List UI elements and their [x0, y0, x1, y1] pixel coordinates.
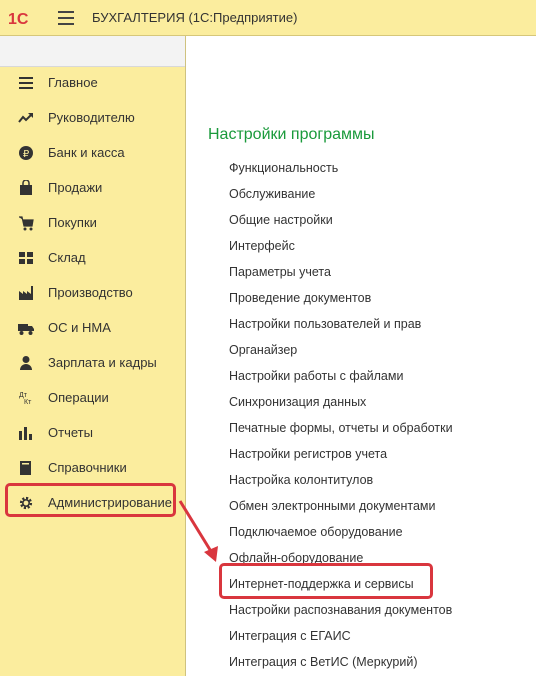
sidebar-item-salary[interactable]: Зарплата и кадры: [0, 345, 185, 380]
warehouse-grid-icon: [19, 252, 33, 264]
link-general-settings[interactable]: Общие настройки: [229, 213, 333, 227]
sidebar-item-directories[interactable]: Справочники: [0, 450, 185, 485]
link-edo[interactable]: Обмен электронными документами: [229, 499, 435, 513]
sidebar-item-production[interactable]: Производство: [0, 275, 185, 310]
truck-icon: [18, 324, 34, 335]
sidebar-item-label: Руководителю: [48, 110, 135, 125]
logo-1c-icon[interactable]: 1С: [8, 9, 42, 27]
title-bar: 1С БУХГАЛТЕРИЯ (1С:Предприятие): [0, 0, 536, 36]
sidebar-item-label: ОС и НМА: [48, 320, 111, 335]
sidebar-item-reports[interactable]: Отчеты: [0, 415, 185, 450]
sidebar-item-label: Зарплата и кадры: [48, 355, 157, 370]
sidebar-item-label: Операции: [48, 390, 109, 405]
sidebar-item-label: Продажи: [48, 180, 103, 195]
link-accounting-parameters[interactable]: Параметры учета: [229, 265, 331, 279]
link-print-forms[interactable]: Печатные формы, отчеты и обработки: [229, 421, 453, 435]
app-title: БУХГАЛТЕРИЯ (1С:Предприятие): [92, 10, 298, 25]
link-users-rights[interactable]: Настройки пользователей и прав: [229, 317, 421, 331]
person-icon: [20, 356, 32, 370]
sidebar-item-main[interactable]: Главное: [0, 65, 185, 100]
books-icon: [20, 461, 31, 475]
link-maintenance[interactable]: Обслуживание: [229, 187, 315, 201]
cart-icon: [19, 216, 34, 231]
sidebar-item-fixed-assets[interactable]: ОС и НМА: [0, 310, 185, 345]
sidebar-item-purchases[interactable]: Покупки: [0, 205, 185, 240]
link-document-recognition[interactable]: Настройки распознавания документов: [229, 603, 452, 617]
link-interface[interactable]: Интерфейс: [229, 239, 295, 253]
trend-icon: [18, 113, 33, 123]
dt-kt-icon: Дт Кт: [19, 392, 32, 406]
sidebar-item-label: Справочники: [48, 460, 127, 475]
internet-support-highlight-box: [219, 563, 433, 599]
sidebar-item-label: Производство: [48, 285, 133, 300]
link-headers-footers[interactable]: Настройка колонтитулов: [229, 473, 373, 487]
sidebar-item-director[interactable]: Руководителю: [0, 100, 185, 135]
link-egais[interactable]: Интеграция с ЕГАИС: [229, 629, 351, 643]
svg-text:1С: 1С: [8, 11, 29, 27]
sidebar-item-label: Отчеты: [48, 425, 93, 440]
sidebar-item-operations[interactable]: Дт Кт Операции: [0, 380, 185, 415]
page-title: Настройки программы: [208, 126, 375, 143]
link-document-posting[interactable]: Проведение документов: [229, 291, 371, 305]
factory-icon: [19, 286, 33, 300]
link-registers-settings[interactable]: Настройки регистров учета: [229, 447, 387, 461]
link-functionality[interactable]: Функциональность: [229, 161, 338, 175]
link-organizer[interactable]: Органайзер: [229, 343, 297, 357]
bar-chart-icon: [19, 427, 32, 440]
sidebar-item-label: Главное: [48, 75, 98, 90]
administration-highlight-box: [5, 483, 176, 517]
link-connected-equipment[interactable]: Подключаемое оборудование: [229, 525, 403, 539]
sidebar-item-label: Банк и касса: [48, 145, 125, 160]
sidebar-top-row: [0, 36, 185, 67]
hamburger-menu-icon[interactable]: [58, 11, 74, 25]
link-file-settings[interactable]: Настройки работы с файлами: [229, 369, 403, 383]
sidebar-item-label: Склад: [48, 250, 86, 265]
sidebar-item-sales[interactable]: Продажи: [0, 170, 185, 205]
ruble-coin-icon: ₽: [19, 146, 33, 160]
svg-text:Дт: Дт: [19, 392, 28, 399]
sidebar-item-warehouse[interactable]: Склад: [0, 240, 185, 275]
sidebar-item-bank[interactable]: ₽ Банк и касса: [0, 135, 185, 170]
link-vetis[interactable]: Интеграция с ВетИС (Меркурий): [229, 655, 418, 669]
svg-text:Кт: Кт: [24, 399, 32, 406]
svg-text:₽: ₽: [23, 149, 30, 160]
sidebar-item-label: Покупки: [48, 215, 97, 230]
shopping-bag-icon: [20, 180, 32, 195]
list-icon: [19, 77, 33, 89]
link-data-sync[interactable]: Синхронизация данных: [229, 395, 366, 409]
